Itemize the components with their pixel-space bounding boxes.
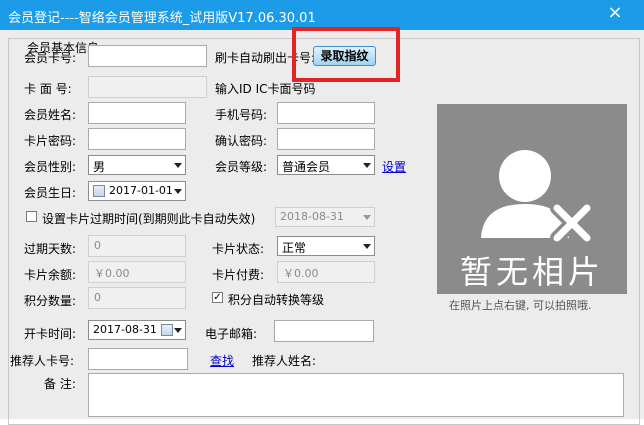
gender-value: 男 (93, 160, 106, 174)
remark-label: 备 注: (44, 377, 76, 391)
card-status-label: 卡片状态: (212, 242, 265, 256)
window-titlebar: 会员登记----智络会员管理系统_试用版V17.06.30.01 × (0, 0, 644, 30)
calendar-icon[interactable] (161, 324, 173, 336)
lookup-link[interactable]: 查找 (210, 352, 234, 369)
balance-value: ￥0.00 (94, 267, 130, 280)
referrer-no-input[interactable] (88, 348, 188, 370)
open-date-label: 开卡时间: (24, 327, 77, 341)
face-no-input[interactable] (88, 76, 207, 98)
expire-days-label: 过期天数: (24, 242, 77, 256)
confirm-pwd-input[interactable] (277, 128, 375, 150)
name-label: 会员姓名: (24, 108, 77, 122)
balance-label: 卡片余额: (24, 268, 77, 282)
chevron-down-icon (363, 163, 371, 168)
chevron-down-icon (174, 163, 182, 168)
photo-panel[interactable]: 暂无相片 (437, 104, 627, 294)
chevron-down-icon (174, 189, 182, 194)
open-date-value: 2017-08-31 (93, 323, 157, 336)
id-ic-hint-label: 输入ID IC卡面号码 (215, 82, 316, 96)
confirm-pwd-label: 确认密码: (215, 134, 268, 148)
level-select[interactable]: 普通会员 (277, 155, 375, 175)
email-input[interactable] (274, 320, 374, 342)
photo-caption: 暂无相片 (459, 253, 604, 291)
level-label: 会员等级: (215, 160, 268, 174)
email-label: 电子邮箱: (205, 327, 258, 341)
card-no-label: 会员卡号: (24, 51, 77, 65)
card-fee-label: 卡片付费: (212, 268, 265, 282)
chevron-down-icon (174, 328, 182, 333)
expire-days-input[interactable]: 0 (88, 235, 186, 257)
expire-set-label: 设置卡片过期时间(到期则此卡自动失效) (42, 212, 256, 226)
level-value: 普通会员 (282, 160, 331, 174)
window-title: 会员登记----智络会员管理系统_试用版V17.06.30.01 (8, 11, 316, 26)
expire-date-value: 2018-08-31 (280, 210, 344, 223)
settings-link[interactable]: 设置 (382, 158, 406, 175)
auto-level-label: 积分自动转换等级 (228, 293, 325, 307)
photo-hint: 在照片上点右键, 可以拍照哦. (449, 299, 592, 312)
card-no-input[interactable] (88, 45, 207, 67)
referrer-no-label: 推荐人卡号: (10, 354, 75, 368)
gender-select[interactable]: 男 (88, 155, 186, 175)
referrer-name-label: 推荐人姓名: (252, 354, 317, 368)
auto-level-checkbox[interactable]: ✓ (212, 292, 223, 303)
calendar-checkbox-icon[interactable] (93, 185, 105, 197)
points-value: 0 (94, 291, 101, 304)
remark-textarea[interactable] (88, 373, 624, 417)
phone-label: 手机号码: (215, 108, 268, 122)
birthday-label: 会员生日: (24, 186, 77, 200)
highlight-box (292, 27, 400, 82)
gender-label: 会员性别: (24, 160, 77, 174)
card-status-select[interactable]: 正常 (277, 236, 375, 256)
expire-date-picker[interactable]: 2018-08-31 (275, 207, 375, 227)
card-pwd-input[interactable] (88, 128, 186, 150)
card-fee-value: ￥0.00 (283, 267, 319, 280)
avatar-icon (481, 150, 594, 245)
expire-days-value: 0 (94, 239, 101, 252)
name-input[interactable] (88, 102, 186, 124)
phone-input[interactable] (277, 102, 375, 124)
card-pwd-label: 卡片密码: (24, 134, 77, 148)
chevron-down-icon (363, 244, 371, 249)
face-no-label: 卡 面 号: (24, 82, 72, 96)
points-input[interactable]: 0 (88, 287, 186, 309)
card-status-value: 正常 (282, 241, 307, 255)
card-fee-input[interactable]: ￥0.00 (277, 261, 375, 283)
chevron-down-icon (363, 215, 371, 220)
birthday-picker[interactable]: 2017-01-01 (88, 181, 186, 201)
expire-checkbox[interactable] (26, 211, 37, 222)
birthday-value: 2017-01-01 (109, 184, 173, 197)
close-button[interactable]: × (592, 2, 638, 24)
open-date-picker[interactable]: 2017-08-31 (88, 320, 186, 340)
points-label: 积分数量: (24, 294, 77, 308)
balance-input[interactable]: ￥0.00 (88, 261, 186, 283)
